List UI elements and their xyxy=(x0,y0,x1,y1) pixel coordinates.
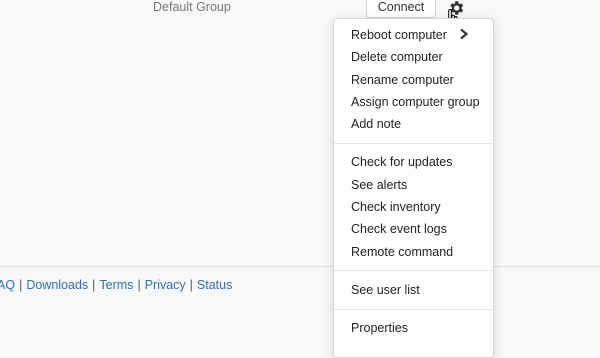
footer-link-status[interactable]: Status xyxy=(197,278,232,292)
menu-item-check-inventory[interactable]: Check inventory xyxy=(334,196,493,218)
menu-item-remote-command[interactable]: Remote command xyxy=(334,241,493,263)
menu-divider xyxy=(334,270,493,271)
menu-item-see-alerts[interactable]: See alerts xyxy=(334,174,493,196)
menu-item-rename-computer[interactable]: Rename computer xyxy=(334,69,493,91)
group-name: Default Group xyxy=(153,0,231,14)
menu-item-check-event-logs[interactable]: Check event logs xyxy=(334,218,493,240)
footer-link-faq[interactable]: AQ xyxy=(0,278,15,292)
menu-divider xyxy=(334,143,493,144)
footer-separator: | xyxy=(137,278,141,292)
menu-item-properties[interactable]: Properties xyxy=(334,317,493,339)
footer-separator: | xyxy=(19,278,23,292)
footer-link-terms[interactable]: Terms xyxy=(99,278,133,292)
footer-separator: | xyxy=(92,278,96,292)
footer-link-downloads[interactable]: Downloads xyxy=(26,278,88,292)
menu-item-check-for-updates[interactable]: Check for updates xyxy=(334,151,493,173)
menu-divider xyxy=(334,309,493,310)
footer-link-privacy[interactable]: Privacy xyxy=(145,278,186,292)
footer-links: AQ | Downloads | Terms | Privacy | Status xyxy=(0,278,232,292)
menu-item-see-user-list[interactable]: See user list xyxy=(334,279,493,301)
menu-item-add-note[interactable]: Add note xyxy=(334,113,493,135)
computer-actions-menu: Reboot computer Delete computer Rename c… xyxy=(333,18,494,358)
footer-separator: | xyxy=(189,278,193,292)
menu-item-assign-computer-group[interactable]: Assign computer group xyxy=(334,91,493,113)
chevron-right-icon xyxy=(460,28,469,40)
connect-button[interactable]: Connect xyxy=(366,0,436,18)
menu-item-delete-computer[interactable]: Delete computer xyxy=(334,46,493,68)
footer-divider xyxy=(0,266,600,267)
